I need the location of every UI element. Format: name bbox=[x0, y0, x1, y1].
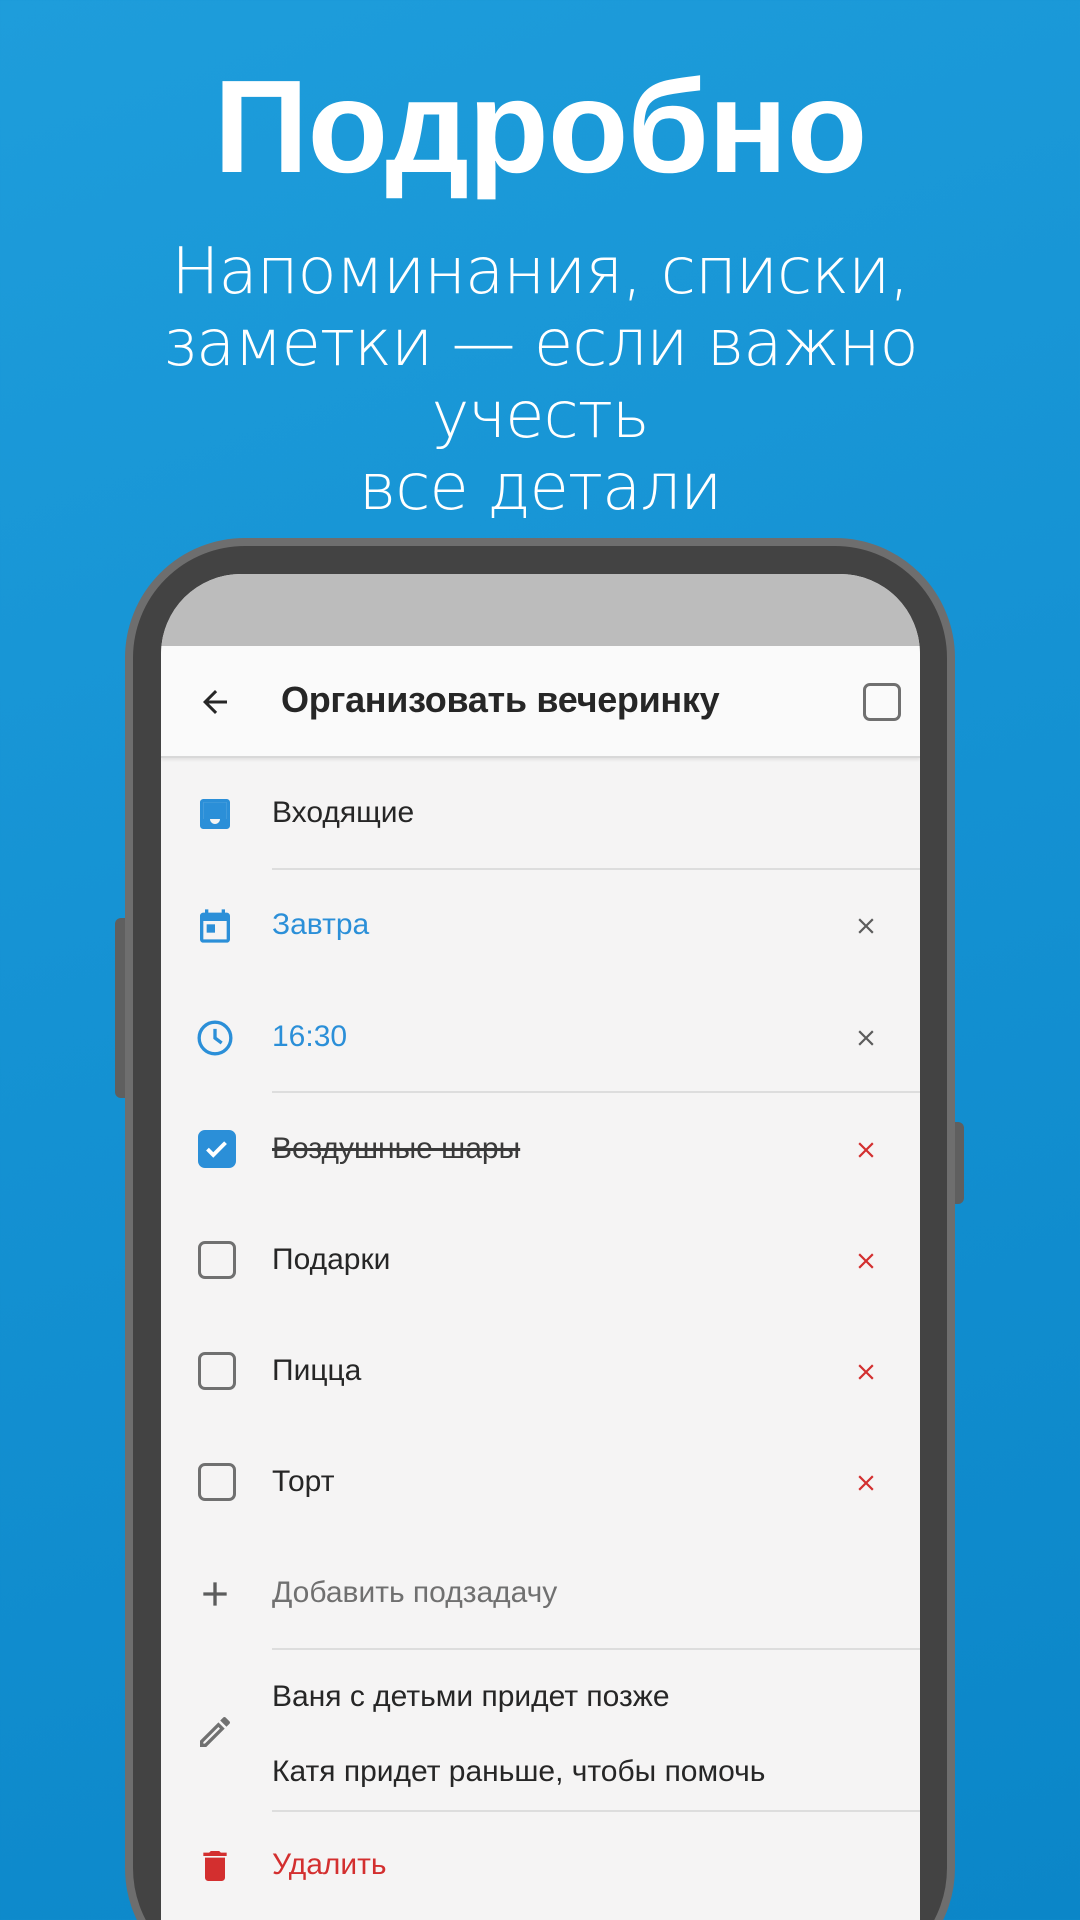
calendar-icon bbox=[200, 909, 230, 943]
promo-subtitle: Напоминания, списки, заметки — если важн… bbox=[60, 236, 1020, 524]
list-row[interactable]: Входящие bbox=[161, 758, 920, 870]
app-bar: Организовать вечеринку bbox=[161, 646, 920, 758]
subtask-checkbox[interactable] bbox=[198, 1241, 236, 1279]
phone-screen: Организовать вечеринку Входящие Завтра 1… bbox=[161, 574, 920, 1920]
close-red-icon[interactable] bbox=[853, 1359, 879, 1385]
promo-subtitle-line: все детали bbox=[358, 451, 723, 525]
clock-icon bbox=[197, 1020, 233, 1056]
subtask-row[interactable]: Подарки bbox=[161, 1205, 920, 1316]
arrow-left-icon[interactable] bbox=[197, 684, 233, 720]
plus-icon bbox=[203, 1582, 227, 1606]
date-row[interactable]: Завтра bbox=[161, 870, 920, 982]
subtask-row[interactable]: Пицца bbox=[161, 1316, 920, 1427]
subtask-checkbox[interactable] bbox=[198, 1352, 236, 1390]
subtask-label: Воздушные шары bbox=[272, 1132, 521, 1165]
task-complete-checkbox[interactable] bbox=[863, 683, 901, 721]
pencil-icon bbox=[200, 1717, 231, 1747]
note-line: Катя придет раньше, чтобы помочь bbox=[272, 1755, 766, 1788]
subtask-row[interactable]: Воздушные шары bbox=[161, 1094, 920, 1205]
inbox-icon bbox=[200, 799, 230, 829]
close-red-icon[interactable] bbox=[853, 1470, 879, 1496]
subtask-label: Подарки bbox=[272, 1243, 391, 1276]
subtask-label: Пицца bbox=[272, 1354, 362, 1387]
time-row[interactable]: 16:30 bbox=[161, 982, 920, 1094]
add-subtask-label: Добавить подзадачу bbox=[272, 1576, 558, 1609]
trash-icon bbox=[203, 1851, 227, 1881]
note-line: Ваня с детьми придет позже bbox=[272, 1680, 670, 1713]
close-red-icon[interactable] bbox=[853, 1137, 879, 1163]
task-title[interactable]: Организовать вечеринку bbox=[281, 679, 720, 721]
subtask-row[interactable]: Торт bbox=[161, 1427, 920, 1538]
date-label: Завтра bbox=[272, 908, 370, 941]
close-icon[interactable] bbox=[853, 913, 879, 939]
list-label: Входящие bbox=[272, 796, 415, 829]
time-label: 16:30 bbox=[272, 1020, 348, 1053]
close-red-icon[interactable] bbox=[853, 1248, 879, 1274]
promo-title: Подробно bbox=[213, 53, 868, 200]
add-subtask-row[interactable]: Добавить подзадачу bbox=[161, 1538, 920, 1649]
status-bar bbox=[161, 574, 920, 646]
promo-subtitle-line: Напоминания, списки, bbox=[171, 235, 909, 309]
delete-row[interactable]: Удалить bbox=[161, 1812, 920, 1920]
subtask-checkbox[interactable] bbox=[198, 1130, 236, 1168]
subtask-checkbox[interactable] bbox=[198, 1463, 236, 1501]
divider bbox=[272, 1091, 920, 1093]
close-icon[interactable] bbox=[853, 1025, 879, 1051]
delete-label: Удалить bbox=[272, 1848, 387, 1881]
subtask-label: Торт bbox=[272, 1465, 335, 1498]
check-icon bbox=[206, 1141, 227, 1158]
promo-subtitle-line: заметки — если важно учесть bbox=[162, 307, 918, 453]
note-row[interactable]: Ваня с детьми придет позже Катя придет р… bbox=[161, 1650, 920, 1812]
